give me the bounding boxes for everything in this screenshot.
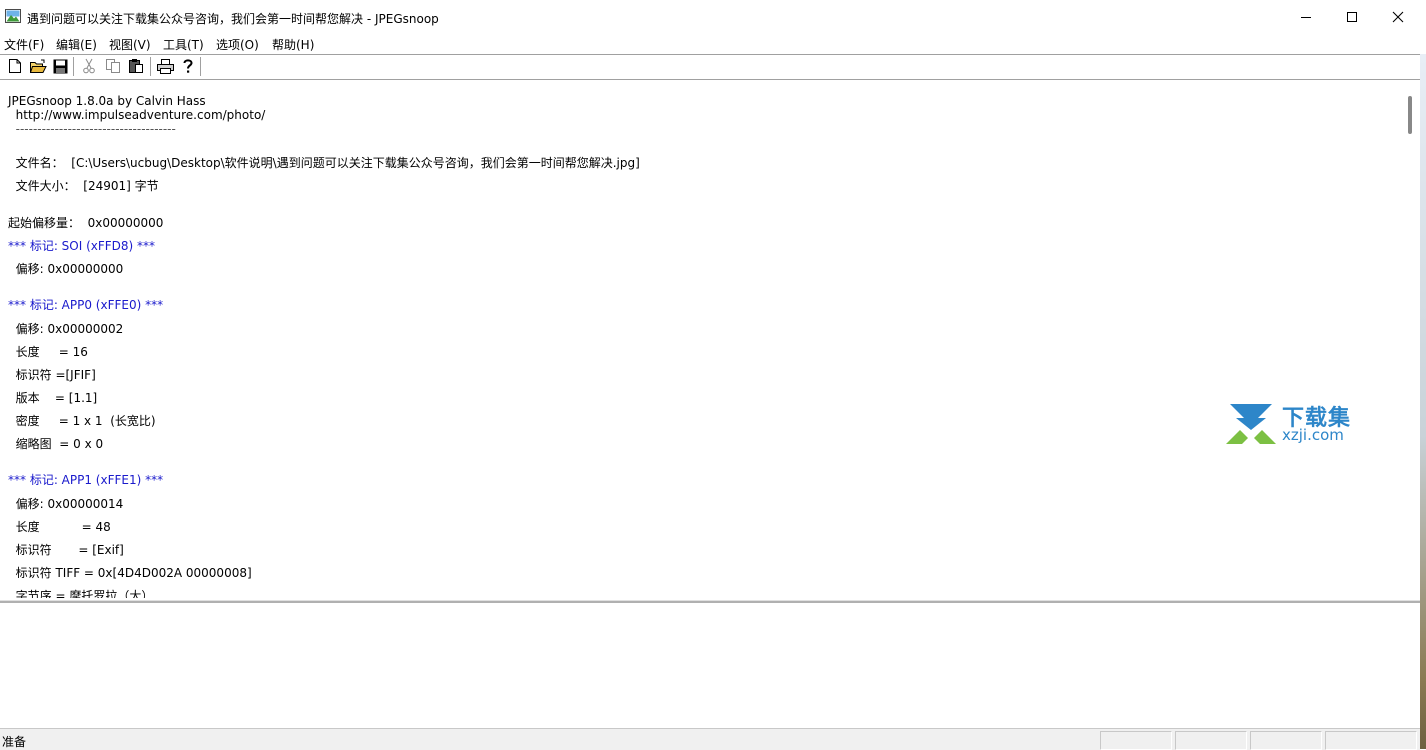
report-line: http://www.impulseadventure.com/photo/	[8, 108, 266, 122]
status-bar: 准备	[0, 728, 1420, 750]
report-line: 偏移: 0x00000000	[8, 262, 124, 276]
print-button[interactable]	[156, 57, 174, 75]
download-arrow-icon	[1226, 404, 1276, 444]
report-line: -------------------------------------	[8, 122, 176, 136]
minimize-button[interactable]	[1283, 0, 1329, 34]
minimize-icon	[1301, 17, 1311, 18]
marker-heading: *** 标记: APP1 (xFFE1) ***	[8, 473, 164, 487]
status-panel	[1175, 731, 1247, 750]
copy-icon	[106, 59, 120, 73]
close-icon	[1392, 11, 1404, 23]
maximize-button[interactable]	[1329, 0, 1375, 34]
report-line: 缩略图 = 0 x 0	[8, 437, 104, 451]
new-file-icon	[9, 59, 21, 73]
menu-edit[interactable]: 编辑(E)	[56, 36, 97, 53]
cut-icon	[83, 58, 95, 74]
toolbar	[0, 54, 1420, 80]
open-button[interactable]	[29, 57, 47, 75]
report-line: 偏移: 0x00000014	[8, 497, 124, 511]
maximize-icon	[1347, 12, 1357, 22]
watermark-logo: 下载集 xzji.com	[1224, 400, 1364, 446]
menu-view[interactable]: 视图(V)	[109, 36, 151, 53]
cut-button[interactable]	[80, 57, 98, 75]
status-panel	[1250, 731, 1322, 750]
marker-heading: *** 标记: SOI (xFFD8) ***	[8, 239, 156, 253]
scrollbar-thumb[interactable]	[1408, 96, 1412, 134]
menu-options[interactable]: 选项(O)	[216, 36, 259, 53]
save-icon	[53, 59, 67, 73]
menu-file[interactable]: 文件(F)	[4, 36, 44, 53]
report-line: 文件大小： [24901] 字节	[8, 179, 159, 193]
report-view[interactable]: JPEGsnoop 1.8.0a by Calvin Hass http://w…	[0, 80, 1403, 598]
report-line: 标识符 TIFF = 0x[4D4D002A 00000008]	[8, 566, 252, 580]
menu-bar: 文件(F) 编辑(E) 视图(V) 工具(T) 选项(O) 帮助(H)	[0, 34, 1426, 54]
report-line: 标识符 =[JFIF]	[8, 368, 96, 382]
paste-button[interactable]	[127, 57, 145, 75]
print-icon	[156, 58, 174, 74]
report-line: 文件名： [C:\Users\ucbug\Desktop\软件说明\遇到问题可以…	[8, 156, 640, 170]
status-panel	[1100, 731, 1172, 750]
close-button[interactable]	[1375, 0, 1421, 34]
menu-tools[interactable]: 工具(T)	[163, 36, 204, 53]
report-line: 偏移: 0x00000002	[8, 322, 124, 336]
watermark-url: xzji.com	[1282, 426, 1344, 444]
status-text: 准备	[2, 735, 27, 749]
report-line: 字节序 = 摩托罗拉（大）	[8, 589, 154, 598]
marker-heading: *** 标记: APP0 (xFFE0) ***	[8, 298, 164, 312]
status-panel	[1325, 731, 1417, 750]
new-file-button[interactable]	[6, 57, 24, 75]
report-line: 版本 = [1.1]	[8, 391, 98, 405]
report-line: 长度 = 16	[8, 345, 88, 359]
save-button[interactable]	[51, 57, 69, 75]
copy-button[interactable]	[104, 57, 122, 75]
open-folder-icon	[29, 59, 47, 73]
desktop-background-strip	[1420, 54, 1426, 749]
vertical-scrollbar[interactable]	[1403, 80, 1420, 598]
jpeg-image-icon	[5, 9, 21, 23]
report-line: 密度 = 1 x 1 (长宽比)	[8, 414, 156, 428]
report-line: 长度 = 48	[8, 520, 111, 534]
report-line: JPEGsnoop 1.8.0a by Calvin Hass	[8, 94, 206, 108]
menu-help[interactable]: 帮助(H)	[272, 36, 314, 53]
lower-pane[interactable]	[0, 603, 1420, 728]
report-line: 标识符 = [Exif]	[8, 543, 124, 557]
report-line: 起始偏移量： 0x00000000	[8, 216, 164, 230]
help-button[interactable]	[179, 57, 197, 75]
help-icon	[183, 59, 193, 73]
paste-icon	[129, 59, 143, 73]
title-bar[interactable]: 遇到问题可以关注下载集公众号咨询，我们会第一时间帮您解决 - JPEGsnoop	[0, 0, 1426, 35]
window-title: 遇到问题可以关注下载集公众号咨询，我们会第一时间帮您解决 - JPEGsnoop	[27, 12, 439, 26]
